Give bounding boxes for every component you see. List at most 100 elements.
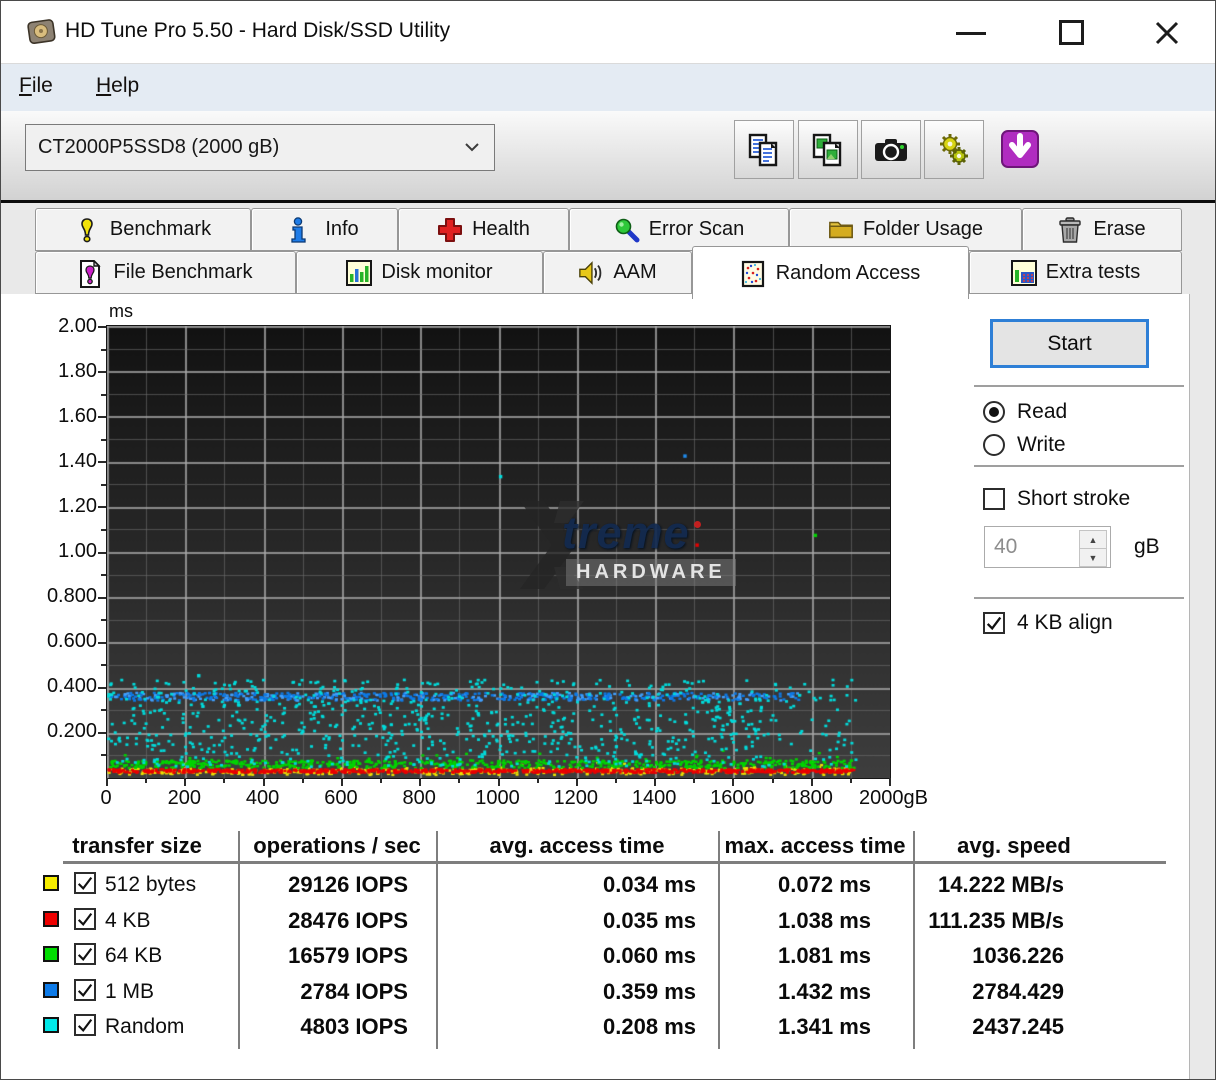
cell-speed: 111.235 MB/s: [824, 908, 1064, 934]
table-header-1: operations / sec: [253, 833, 421, 859]
erase-icon: [1058, 217, 1084, 243]
short-stroke-label: Short stroke: [1017, 487, 1130, 511]
y-axis-tick: [98, 642, 106, 644]
checkmark-icon: [76, 910, 94, 928]
tab-folder-usage[interactable]: Folder Usage: [789, 208, 1022, 251]
menu-help[interactable]: Help: [96, 74, 139, 98]
y-axis-tick: [98, 326, 106, 328]
x-tick-label: 800: [379, 787, 459, 810]
series-swatch-64-KB: [43, 946, 59, 962]
tab-extra-tests[interactable]: Extra tests: [969, 251, 1182, 294]
file-benchmark-icon: [79, 260, 105, 286]
x-axis-tick: [263, 778, 265, 786]
y-tick-label: 0.600: [37, 630, 97, 653]
tab-health[interactable]: Health: [398, 208, 569, 251]
tab-info[interactable]: Info: [251, 208, 398, 251]
y-tick-label: 0.200: [37, 720, 97, 743]
tab-random-access[interactable]: Random Access: [692, 246, 969, 299]
maximize-button[interactable]: [1059, 20, 1084, 45]
series-swatch-512-bytes: [43, 875, 59, 891]
aam-icon: [578, 260, 604, 286]
tab-benchmark[interactable]: Benchmark: [35, 208, 251, 251]
tab-label: Info: [325, 218, 358, 241]
tab-aam[interactable]: AAM: [543, 251, 692, 294]
disk-monitor-icon: [346, 260, 372, 286]
series-swatch-1-MB: [43, 982, 59, 998]
series-label: 64 KB: [105, 944, 162, 968]
x-tick-label: 600: [301, 787, 381, 810]
save-download-icon: [1000, 129, 1040, 169]
chevron-down-icon: [464, 142, 480, 152]
y-tick-label: 1.40: [37, 450, 97, 473]
y-axis-tick: [101, 754, 106, 756]
spinner-down-icon[interactable]: ▼: [1079, 548, 1107, 567]
write-radio[interactable]: [983, 434, 1005, 456]
x-axis-tick: [850, 778, 852, 783]
separator: [974, 465, 1184, 467]
x-axis-tick: [576, 778, 578, 786]
y-tick-label: 1.80: [37, 360, 97, 383]
start-button[interactable]: Start: [991, 320, 1148, 367]
app-window: HD Tune Pro 5.50 - Hard Disk/SSD Utility…: [0, 0, 1216, 1080]
random-access-icon: [741, 260, 767, 286]
x-tick-label: 400: [223, 787, 303, 810]
x-axis-tick: [223, 778, 225, 783]
series-checkbox-Random[interactable]: [74, 1014, 96, 1036]
tab-label: Disk monitor: [381, 261, 492, 284]
x-tick-label: 1200: [536, 787, 616, 810]
cell-speed: 2437.245: [824, 1014, 1064, 1040]
radio-selected-dot: [989, 407, 999, 417]
screenshot-camera-button[interactable]: [861, 120, 921, 179]
y-axis-tick: [98, 506, 106, 508]
series-swatch-Random: [43, 1017, 59, 1033]
x-tick-label: 1000: [458, 787, 538, 810]
short-stroke-size-input[interactable]: 40 ▲ ▼: [984, 526, 1111, 568]
series-checkbox-4-KB[interactable]: [74, 908, 96, 930]
y-axis-tick: [98, 597, 106, 599]
app-disk-icon: [27, 18, 57, 46]
window-frame-right: [1189, 294, 1216, 1080]
series-checkbox-512-bytes[interactable]: [74, 872, 96, 894]
x-axis-tick: [458, 778, 460, 783]
y-axis-tick: [101, 484, 106, 486]
save-download-button[interactable]: [991, 120, 1049, 177]
checkmark-icon: [76, 874, 94, 892]
x-tick-label: 0: [66, 787, 146, 810]
read-radio[interactable]: [983, 401, 1005, 423]
y-axis-tick: [101, 619, 106, 621]
y-tick-label: 2.00: [37, 315, 97, 338]
y-axis-tick: [101, 574, 106, 576]
menu-file[interactable]: File: [19, 74, 53, 98]
cell-ops: 2784 IOPS: [168, 979, 408, 1005]
close-button[interactable]: [1151, 17, 1183, 49]
read-radio-label: Read: [1017, 400, 1067, 424]
table-header-underline: [63, 861, 1166, 864]
short-stroke-checkbox[interactable]: [983, 488, 1005, 510]
minimize-button[interactable]: [956, 32, 986, 35]
cell-ops: 29126 IOPS: [168, 872, 408, 898]
tab-label: Health: [472, 218, 530, 241]
x-axis-tick: [302, 778, 304, 783]
tab-disk-monitor[interactable]: Disk monitor: [296, 251, 543, 294]
tab-label: Error Scan: [649, 218, 745, 241]
align-checkbox[interactable]: [983, 612, 1005, 634]
x-axis-tick: [145, 778, 147, 783]
spinner-up-icon[interactable]: ▲: [1079, 530, 1107, 549]
copy-text-button[interactable]: [734, 120, 794, 179]
options-gears-button[interactable]: [924, 120, 984, 179]
tab-file-benchmark[interactable]: File Benchmark: [35, 251, 296, 294]
x-axis-tick: [341, 778, 343, 786]
device-dropdown[interactable]: CT2000P5SSD8 (2000 gB): [25, 124, 495, 171]
tab-erase[interactable]: Erase: [1022, 208, 1182, 251]
options-gears-icon: [936, 132, 972, 168]
cell-speed: 14.222 MB/s: [824, 872, 1064, 898]
tab-label: Folder Usage: [863, 218, 983, 241]
x-axis-tick: [693, 778, 695, 783]
cell-ops: 16579 IOPS: [168, 943, 408, 969]
series-checkbox-64-KB[interactable]: [74, 943, 96, 965]
menu-bar: File Help: [1, 63, 1216, 112]
tab-label: Benchmark: [110, 218, 211, 241]
copy-image-button[interactable]: [798, 120, 858, 179]
tab-error-scan[interactable]: Error Scan: [569, 208, 789, 251]
series-checkbox-1-MB[interactable]: [74, 979, 96, 1001]
